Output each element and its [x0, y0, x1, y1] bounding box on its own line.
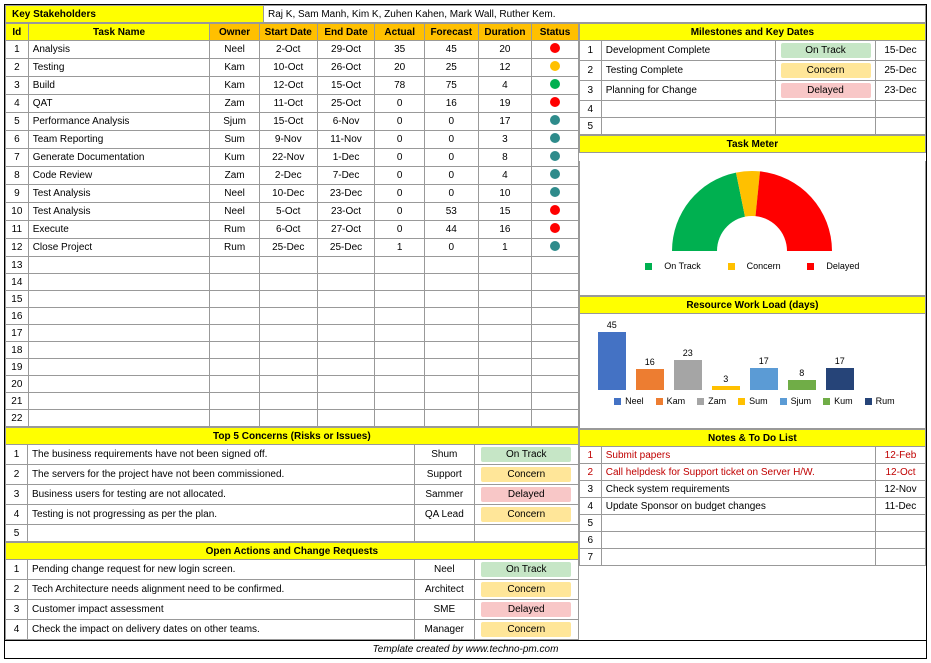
- table-row[interactable]: 18: [6, 342, 579, 359]
- milestones-header: Milestones and Key Dates: [579, 24, 925, 41]
- table-row[interactable]: 16: [6, 308, 579, 325]
- legend-delayed: Delayed: [826, 261, 859, 271]
- table-row[interactable]: 12Close ProjectRum25-Dec25-Dec101: [6, 239, 579, 257]
- table-row[interactable]: 21: [6, 393, 579, 410]
- table-row[interactable]: 4: [579, 101, 925, 118]
- table-row[interactable]: 2The servers for the project have not be…: [6, 465, 579, 485]
- stakeholders-label: Key Stakeholders: [6, 6, 264, 23]
- table-row[interactable]: 7Generate DocumentationKum22-Nov1-Dec008: [6, 149, 579, 167]
- col-id: Id: [6, 24, 29, 41]
- bar: 16: [634, 357, 666, 390]
- table-row[interactable]: 19: [6, 359, 579, 376]
- table-row[interactable]: 1AnalysisNeel2-Oct29-Oct354520: [6, 41, 579, 59]
- status-dot-icon: [550, 43, 560, 53]
- bar: 17: [748, 356, 780, 390]
- table-row[interactable]: 3BuildKam12-Oct15-Oct78754: [6, 77, 579, 95]
- table-row[interactable]: 4Update Sponsor on budget changes11-Dec: [579, 498, 925, 515]
- table-row[interactable]: 14: [6, 274, 579, 291]
- col-status: Status: [532, 24, 578, 41]
- table-row[interactable]: 11ExecuteRum6-Oct27-Oct04416: [6, 221, 579, 239]
- notes-header: Notes & To Do List: [579, 430, 925, 447]
- table-row[interactable]: 3Customer impact assessmentSMEDelayed: [6, 600, 579, 620]
- resource-header: Resource Work Load (days): [579, 297, 925, 314]
- table-row[interactable]: 2Testing CompleteConcern25-Dec: [579, 61, 925, 81]
- table-row[interactable]: 5: [6, 525, 579, 542]
- col-start: Start Date: [259, 24, 317, 41]
- table-row[interactable]: 10Test AnalysisNeel5-Oct23-Oct05315: [6, 203, 579, 221]
- bar: 17: [824, 356, 856, 390]
- table-row[interactable]: 1Pending change request for new login sc…: [6, 560, 579, 580]
- bar: 8: [786, 368, 818, 390]
- status-dot-icon: [550, 79, 560, 89]
- bar: 23: [672, 348, 704, 390]
- legend-item: Sjum: [776, 396, 812, 406]
- table-row[interactable]: 8Code ReviewZam2-Dec7-Dec004: [6, 167, 579, 185]
- legend-item: Kum: [819, 396, 853, 406]
- status-dot-icon: [550, 187, 560, 197]
- table-row[interactable]: 13: [6, 257, 579, 274]
- table-row[interactable]: 4Check the impact on delivery dates on o…: [6, 620, 579, 640]
- table-row[interactable]: 3Business users for testing are not allo…: [6, 485, 579, 505]
- table-row[interactable]: 1The business requirements have not been…: [6, 445, 579, 465]
- table-row[interactable]: 4Testing is not progressing as per the p…: [6, 505, 579, 525]
- status-dot-icon: [550, 241, 560, 251]
- legend-track: On Track: [664, 261, 701, 271]
- legend-item: Zam: [693, 396, 726, 406]
- table-row[interactable]: 3Check system requirements12-Nov: [579, 481, 925, 498]
- table-row[interactable]: 6Team ReportingSum9-Nov11-Nov003: [6, 131, 579, 149]
- bar: 3: [710, 374, 742, 390]
- task-meter-chart: On Track Concern Delayed: [579, 161, 926, 296]
- legend-item: Rum: [861, 396, 895, 406]
- table-row[interactable]: 1Development CompleteOn Track15-Dec: [579, 41, 925, 61]
- actions-table: Open Actions and Change Requests 1Pendin…: [5, 542, 579, 640]
- col-duration: Duration: [478, 24, 532, 41]
- table-row[interactable]: 3Planning for ChangeDelayed23-Dec: [579, 81, 925, 101]
- milestones-table: Milestones and Key Dates 1Development Co…: [579, 23, 926, 135]
- status-dot-icon: [550, 61, 560, 71]
- table-row[interactable]: 2Tech Architecture needs alignment need …: [6, 580, 579, 600]
- task-meter-header: Task Meter: [579, 136, 925, 153]
- tasks-table: Id Task Name Owner Start Date End Date A…: [5, 23, 579, 427]
- legend-item: Neel: [610, 396, 644, 406]
- legend-item: Sum: [734, 396, 768, 406]
- resource-bar-chart: 451623 3 17 8 17 Neel Kam Zam Sum Sjum Kum Rum: [579, 314, 926, 429]
- col-owner: Owner: [210, 24, 260, 41]
- table-row[interactable]: 2TestingKam10-Oct26-Oct202512: [6, 59, 579, 77]
- status-dot-icon: [550, 97, 560, 107]
- table-row[interactable]: 5: [579, 515, 925, 532]
- stakeholders-value[interactable]: Raj K, Sam Manh, Kim K, Zuhen Kahen, Mar…: [264, 6, 926, 23]
- col-name: Task Name: [28, 24, 210, 41]
- col-forecast: Forecast: [424, 24, 478, 41]
- footer-credit: Template created by www.techno-pm.com: [5, 640, 926, 658]
- table-row[interactable]: 7: [579, 549, 925, 566]
- table-row[interactable]: 6: [579, 532, 925, 549]
- table-row[interactable]: 9Test AnalysisNeel10-Dec23-Dec0010: [6, 185, 579, 203]
- status-dot-icon: [550, 133, 560, 143]
- notes-table: Notes & To Do List 1Submit papers12-Feb2…: [579, 429, 926, 566]
- col-actual: Actual: [375, 24, 425, 41]
- table-row[interactable]: 1Submit papers12-Feb: [579, 447, 925, 464]
- legend-item: Kam: [652, 396, 686, 406]
- status-dot-icon: [550, 115, 560, 125]
- table-row[interactable]: 17: [6, 325, 579, 342]
- actions-header: Open Actions and Change Requests: [6, 543, 579, 560]
- table-row[interactable]: 20: [6, 376, 579, 393]
- legend-concern: Concern: [747, 261, 781, 271]
- table-row[interactable]: 2Call helpdesk for Support ticket on Ser…: [579, 464, 925, 481]
- table-row[interactable]: 4QATZam11-Oct25-Oct01619: [6, 95, 579, 113]
- concerns-header: Top 5 Concerns (Risks or Issues): [6, 428, 579, 445]
- table-row[interactable]: 5: [579, 118, 925, 135]
- status-dot-icon: [550, 151, 560, 161]
- status-dot-icon: [550, 169, 560, 179]
- table-row[interactable]: 5Performance AnalysisSjum15-Oct6-Nov0017: [6, 113, 579, 131]
- bar: 45: [596, 320, 628, 391]
- concerns-table: Top 5 Concerns (Risks or Issues) 1The bu…: [5, 427, 579, 542]
- status-dot-icon: [550, 205, 560, 215]
- col-end: End Date: [317, 24, 375, 41]
- table-row[interactable]: 22: [6, 410, 579, 427]
- table-row[interactable]: 15: [6, 291, 579, 308]
- status-dot-icon: [550, 223, 560, 233]
